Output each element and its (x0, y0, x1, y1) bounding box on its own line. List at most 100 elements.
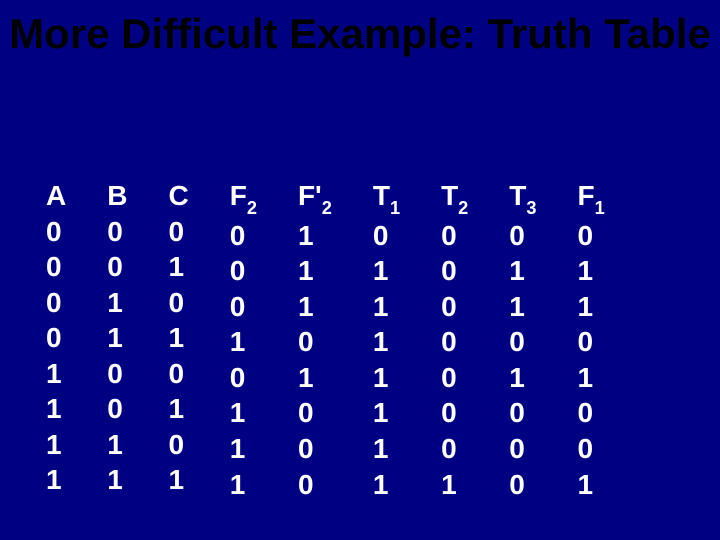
table-cell: 0 (509, 324, 525, 360)
column-header: C (168, 178, 188, 214)
table-cell: 0 (168, 356, 184, 392)
table-cell: 1 (509, 253, 525, 289)
table-cell: 1 (230, 467, 246, 503)
table-cell: 0 (46, 320, 62, 356)
table-cell: 1 (509, 360, 525, 396)
truth-table-column: B00110011 (107, 178, 127, 502)
table-cell: 1 (168, 249, 184, 285)
table-cell: 1 (298, 218, 314, 254)
slide-title: More Difficult Example: Truth Table (0, 0, 720, 58)
table-cell: 0 (509, 395, 525, 431)
column-header-label: F (578, 180, 595, 211)
table-cell: 0 (578, 395, 594, 431)
table-cell: 0 (230, 253, 246, 289)
table-cell: 0 (578, 218, 594, 254)
table-cell: 1 (298, 253, 314, 289)
table-cell: 1 (230, 324, 246, 360)
table-cell: 0 (230, 360, 246, 396)
truth-table-column: T301101000 (509, 178, 536, 502)
table-cell: 0 (46, 249, 62, 285)
table-cell: 1 (168, 462, 184, 498)
table-cell: 0 (168, 427, 184, 463)
table-cell: 1 (107, 462, 123, 498)
truth-table-column: F101101001 (578, 178, 605, 502)
table-cell: 0 (230, 218, 246, 254)
table-cell: 1 (373, 467, 389, 503)
table-cell: 0 (509, 431, 525, 467)
table-cell: 1 (373, 431, 389, 467)
table-cell: 1 (168, 391, 184, 427)
table-cell: 0 (509, 218, 525, 254)
column-header: F'2 (298, 178, 332, 218)
table-cell: 0 (441, 289, 457, 325)
column-header-subscript: 2 (322, 198, 332, 218)
column-header: T1 (373, 178, 400, 218)
slide: More Difficult Example: Truth Table A000… (0, 0, 720, 540)
table-cell: 1 (168, 320, 184, 356)
table-cell: 1 (578, 253, 594, 289)
table-cell: 0 (230, 289, 246, 325)
table-cell: 0 (441, 395, 457, 431)
table-cell: 0 (168, 285, 184, 321)
table-cell: 1 (578, 360, 594, 396)
table-cell: 0 (107, 391, 123, 427)
table-cell: 0 (578, 431, 594, 467)
column-header: F2 (230, 178, 257, 218)
table-cell: 1 (298, 289, 314, 325)
column-header-label: T (373, 180, 390, 211)
table-cell: 0 (107, 356, 123, 392)
column-header-subscript: 2 (247, 198, 257, 218)
table-cell: 0 (46, 214, 62, 250)
table-cell: 0 (441, 431, 457, 467)
truth-table-column: A00001111 (46, 178, 66, 502)
column-header-label: C (168, 180, 188, 211)
table-cell: 1 (107, 285, 123, 321)
table-cell: 0 (298, 324, 314, 360)
column-header-label: F' (298, 180, 322, 211)
table-cell: 1 (373, 360, 389, 396)
column-header-label: A (46, 180, 66, 211)
table-cell: 0 (168, 214, 184, 250)
table-cell: 0 (298, 431, 314, 467)
table-cell: 1 (509, 289, 525, 325)
table-cell: 0 (441, 360, 457, 396)
column-header-label: F (230, 180, 247, 211)
table-cell: 1 (230, 431, 246, 467)
table-cell: 0 (441, 253, 457, 289)
table-cell: 1 (441, 467, 457, 503)
table-cell: 0 (107, 214, 123, 250)
column-header: F1 (578, 178, 605, 218)
table-cell: 1 (578, 467, 594, 503)
column-header: T2 (441, 178, 468, 218)
truth-table-column: F200010111 (230, 178, 257, 502)
table-cell: 1 (373, 324, 389, 360)
column-header-subscript: 1 (390, 198, 400, 218)
table-cell: 1 (373, 253, 389, 289)
table-cell: 0 (441, 324, 457, 360)
table-cell: 1 (578, 289, 594, 325)
table-cell: 0 (578, 324, 594, 360)
column-header: A (46, 178, 66, 214)
truth-table-column: T101111111 (373, 178, 400, 502)
table-cell: 1 (107, 427, 123, 463)
table-cell: 0 (298, 467, 314, 503)
table-cell: 1 (373, 395, 389, 431)
table-cell: 1 (373, 289, 389, 325)
table-cell: 0 (46, 285, 62, 321)
table-cell: 1 (46, 356, 62, 392)
truth-table-column: F'211101000 (298, 178, 332, 502)
column-header: T3 (509, 178, 536, 218)
truth-table: A00001111B00110011C01010101F200010111F'2… (46, 178, 605, 502)
column-header-subscript: 1 (595, 198, 605, 218)
column-header-subscript: 3 (526, 198, 536, 218)
table-cell: 0 (107, 249, 123, 285)
table-cell: 0 (441, 218, 457, 254)
truth-table-column: T200000001 (441, 178, 468, 502)
truth-table-column: C01010101 (168, 178, 188, 502)
table-cell: 1 (230, 395, 246, 431)
table-cell: 0 (373, 218, 389, 254)
table-cell: 0 (298, 395, 314, 431)
table-cell: 0 (509, 467, 525, 503)
column-header-label: T (441, 180, 458, 211)
table-cell: 1 (46, 462, 62, 498)
